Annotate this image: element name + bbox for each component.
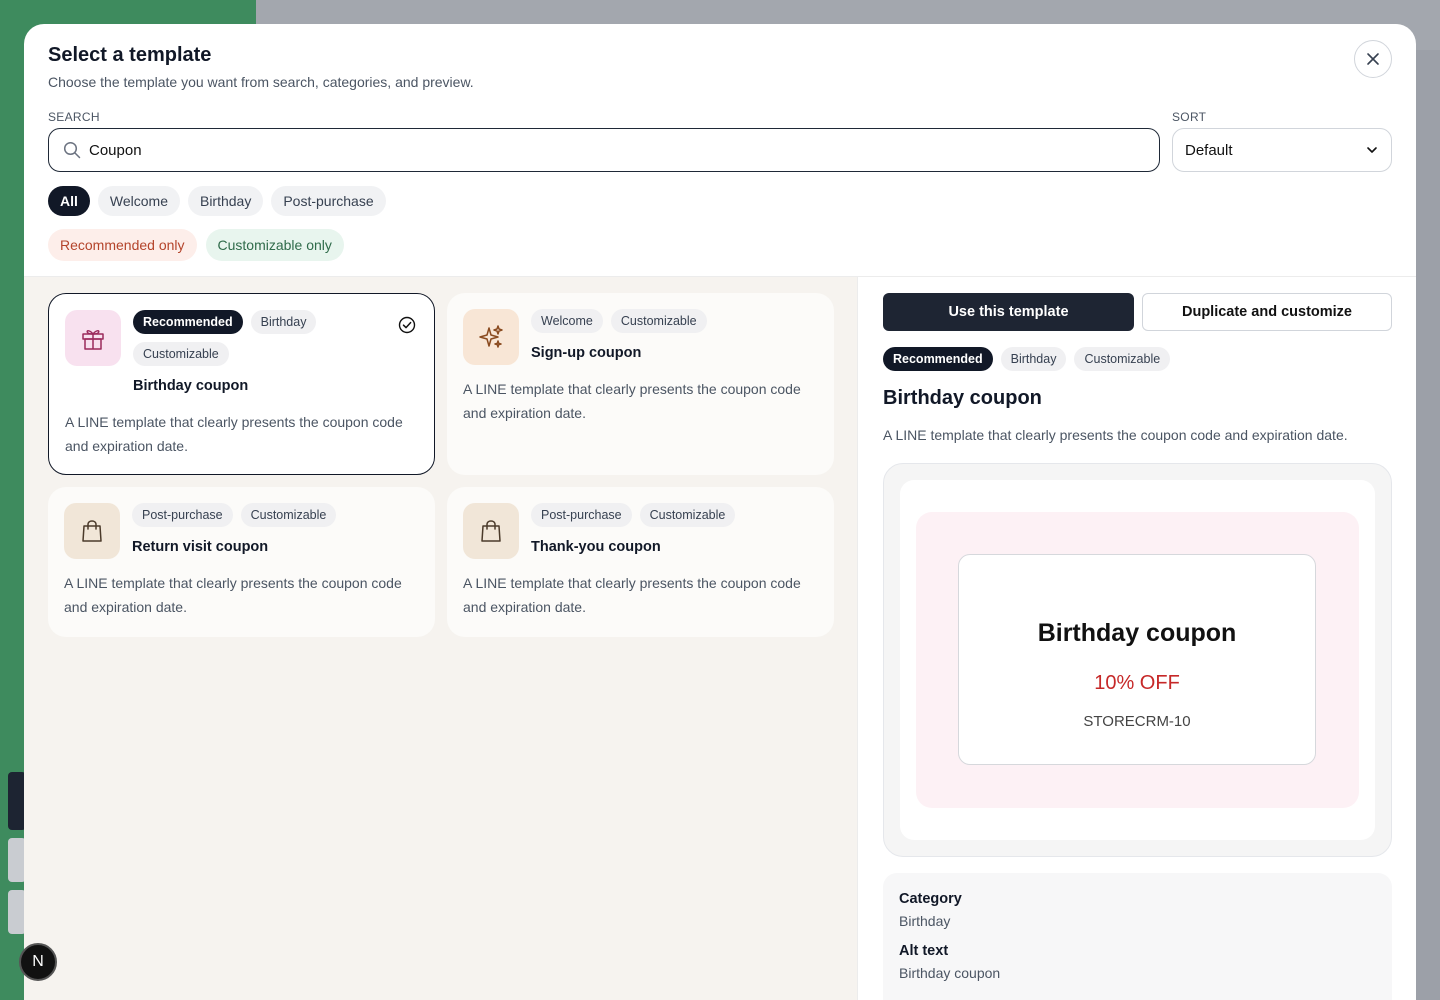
modal-subtitle: Choose the template you want from search… — [48, 74, 474, 90]
sort-select[interactable]: Default — [1172, 128, 1392, 172]
card-tags: Post-purchase Customizable — [132, 503, 382, 527]
category-chip-post-purchase[interactable]: Post-purchase — [271, 186, 386, 216]
tag-recommended: Recommended — [883, 347, 993, 371]
template-card-sign-up-coupon[interactable]: Welcome Customizable Sign-up coupon A LI… — [447, 293, 834, 475]
alt-text-label: Alt text — [899, 943, 949, 959]
modal-header: Select a template Choose the template yo… — [24, 24, 1416, 277]
tag-category: Post-purchase — [132, 503, 233, 527]
detail-title: Birthday coupon — [883, 387, 1042, 409]
category-chip-all[interactable]: All — [48, 186, 90, 216]
card-tags: Recommended Birthday Customizable — [133, 310, 383, 366]
tag-customizable: Customizable — [240, 503, 337, 527]
tag-category: Birthday — [1000, 347, 1067, 371]
close-icon — [1367, 53, 1379, 65]
use-template-button[interactable]: Use this template — [883, 293, 1134, 331]
template-list: Recommended Birthday Customizable Birthd… — [24, 277, 858, 1000]
card-icon-container — [65, 310, 121, 366]
shopping-bag-icon — [82, 520, 102, 542]
category-chip-welcome[interactable]: Welcome — [97, 186, 180, 216]
tag-category: Welcome — [531, 309, 603, 333]
shopping-bag-icon — [481, 520, 501, 542]
sort-value: Default — [1185, 141, 1233, 159]
coupon-discount: 10% OFF — [1094, 672, 1180, 694]
template-metadata: Category Birthday Alt text Birthday coup… — [883, 873, 1392, 1000]
template-card-return-visit-coupon[interactable]: Post-purchase Customizable Return visit … — [48, 487, 435, 637]
chevron-down-icon — [1367, 147, 1377, 153]
category-chips: All Welcome Birthday Post-purchase — [48, 186, 386, 216]
tag-customizable: Customizable — [610, 309, 707, 333]
category-label: Category — [899, 891, 962, 907]
sort-label: SORT — [1172, 110, 1207, 124]
card-title: Return visit coupon — [132, 539, 269, 555]
card-description: A LINE template that clearly presents th… — [463, 575, 801, 615]
template-preview: Birthday coupon 10% OFF STORECRM-10 — [883, 463, 1392, 857]
search-label: SEARCH — [48, 110, 100, 124]
tag-recommended: Recommended — [133, 310, 243, 334]
template-detail-panel: Use this template Duplicate and customiz… — [859, 277, 1416, 1000]
preview-frame: Birthday coupon 10% OFF STORECRM-10 — [900, 480, 1375, 840]
card-icon-container — [463, 503, 519, 559]
card-title: Sign-up coupon — [531, 345, 642, 361]
gift-icon — [82, 330, 104, 350]
card-tags: Welcome Customizable — [531, 309, 781, 333]
card-tags: Post-purchase Customizable — [531, 503, 781, 527]
search-icon — [63, 141, 81, 159]
preview-background: Birthday coupon 10% OFF STORECRM-10 — [916, 512, 1359, 808]
filter-chips: Recommended only Customizable only — [48, 229, 344, 261]
modal-title: Select a template — [48, 44, 212, 66]
search-input[interactable] — [89, 141, 989, 159]
recommended-only-toggle[interactable]: Recommended only — [48, 229, 197, 261]
tag-category: Birthday — [250, 310, 317, 334]
tag-customizable: Customizable — [1074, 347, 1171, 371]
card-title: Birthday coupon — [133, 378, 249, 394]
template-card-birthday-coupon[interactable]: Recommended Birthday Customizable Birthd… — [48, 293, 435, 475]
selected-check-icon — [398, 316, 416, 334]
tag-customizable: Customizable — [133, 342, 229, 366]
sparkles-icon — [479, 325, 503, 348]
card-description: A LINE template that clearly presents th… — [64, 575, 402, 615]
card-icon-container — [64, 503, 120, 559]
card-description: A LINE template that clearly presents th… — [463, 381, 801, 421]
template-card-thank-you-coupon[interactable]: Post-purchase Customizable Thank-you cou… — [447, 487, 834, 637]
customizable-only-toggle[interactable]: Customizable only — [205, 229, 344, 261]
coupon-code: STORECRM-10 — [1083, 713, 1191, 730]
duplicate-customize-button[interactable]: Duplicate and customize — [1142, 293, 1392, 331]
category-value: Birthday — [899, 913, 951, 929]
card-icon-container — [463, 309, 519, 365]
coupon-title: Birthday coupon — [1037, 619, 1237, 647]
category-chip-birthday[interactable]: Birthday — [187, 186, 264, 216]
detail-description: A LINE template that clearly presents th… — [883, 427, 1348, 443]
tag-category: Post-purchase — [531, 503, 632, 527]
close-button[interactable] — [1354, 40, 1392, 78]
alt-text-value: Birthday coupon — [899, 965, 1001, 981]
card-title: Thank-you coupon — [531, 539, 661, 555]
tag-customizable: Customizable — [639, 503, 736, 527]
search-field[interactable] — [48, 128, 1160, 172]
dev-tools-badge[interactable]: N — [19, 943, 57, 981]
template-select-modal: Select a template Choose the template yo… — [24, 24, 1416, 1000]
detail-tags: Recommended Birthday Customizable — [883, 347, 1171, 371]
card-description: A LINE template that clearly presents th… — [65, 414, 403, 454]
coupon-card: Birthday coupon 10% OFF STORECRM-10 — [958, 554, 1316, 765]
